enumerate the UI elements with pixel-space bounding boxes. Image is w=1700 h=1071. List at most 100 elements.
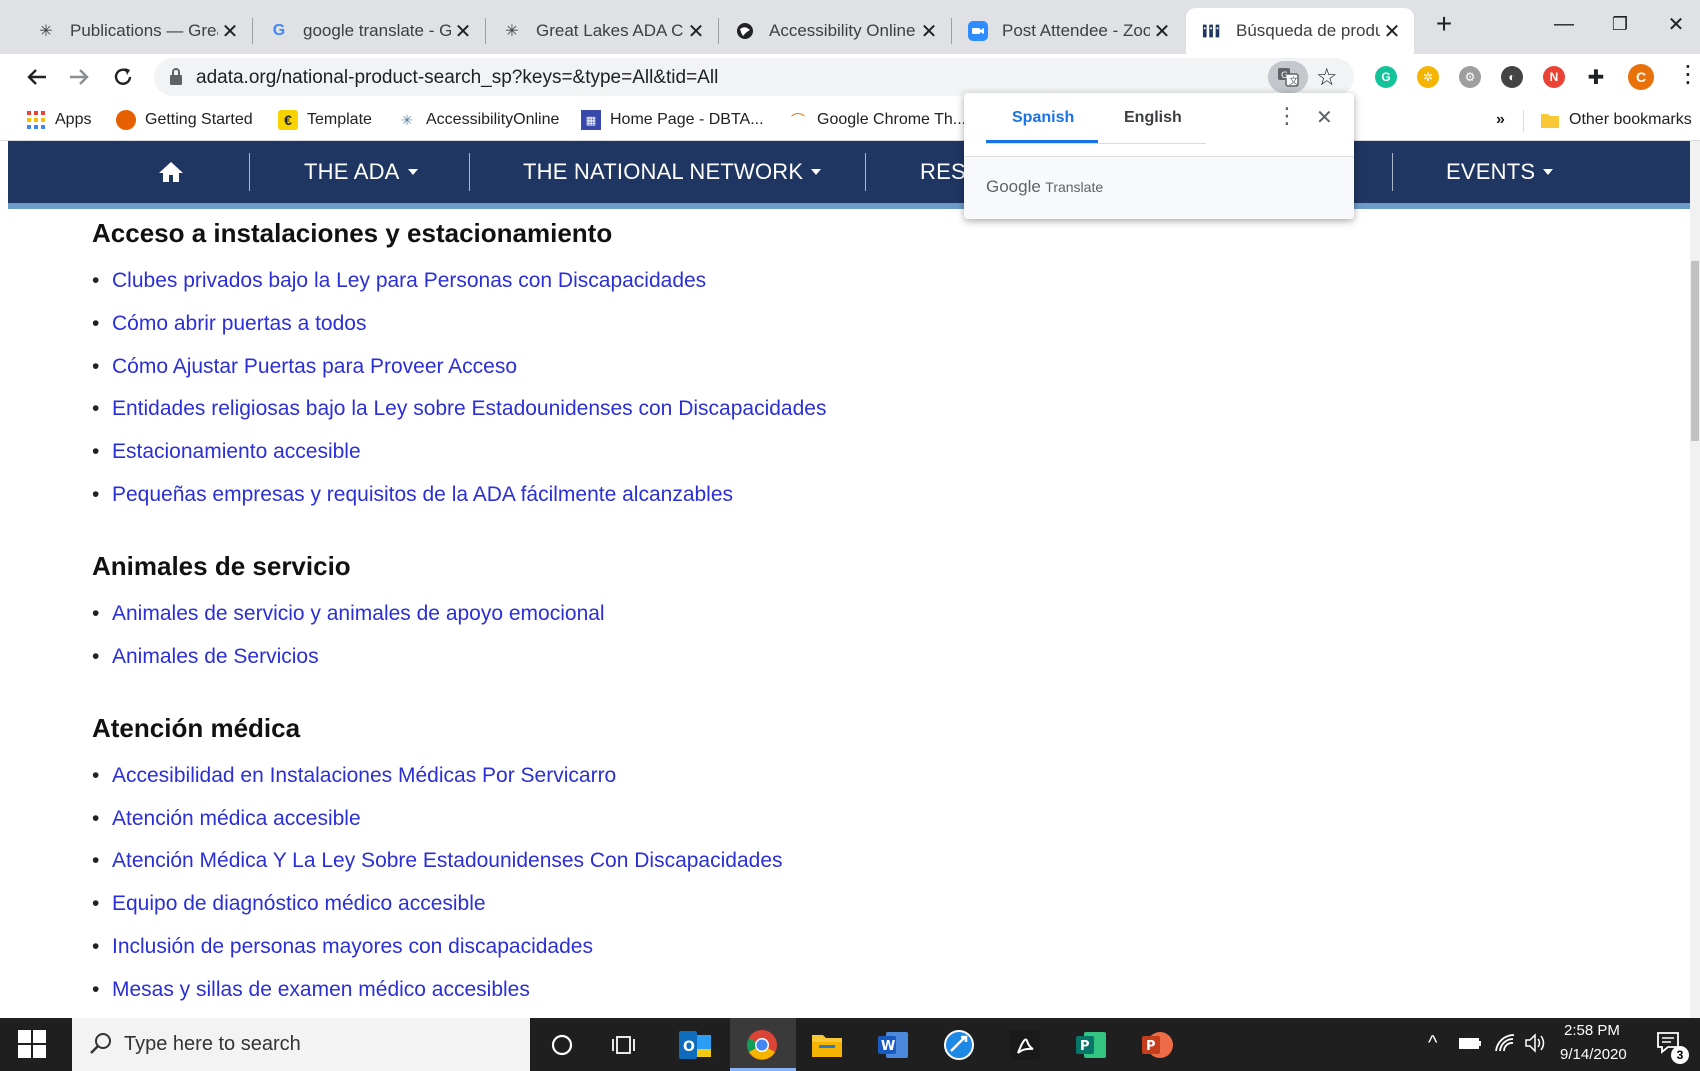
back-button[interactable] [22,62,52,92]
translate-popup: Spanish English ⋮ ✕ Google Translate [964,93,1354,219]
grammarly-icon[interactable]: G [1375,66,1397,88]
folder-icon [1540,110,1560,130]
tab-strip: ✳ Publications — Great ✕ G google transl… [0,0,1700,54]
notification-badge: 3 [1671,1046,1689,1064]
svg-text:G: G [1281,71,1288,81]
tab-busqueda-active[interactable]: Búsqueda de produc ✕ [1186,8,1414,54]
tab-publications[interactable]: ✳ Publications — Great ✕ [20,8,252,54]
tab-accessibility-online[interactable]: Accessibility Online S ✕ [719,8,951,54]
zoom-icon [968,21,988,41]
volume-icon[interactable] [1524,1032,1548,1058]
bookmarks-overflow-button[interactable]: » [1496,108,1505,132]
tab-english[interactable]: English [1124,109,1182,127]
home-icon[interactable] [158,141,184,203]
close-icon[interactable]: ✕ [451,19,475,44]
window-close-button[interactable]: ✕ [1648,4,1700,44]
list-item-link[interactable]: Entidades religiosas bajo la Ley sobre E… [92,397,826,421]
address-bar[interactable]: adata.org/national-product-search_sp?key… [154,58,1354,96]
more-options-icon[interactable]: ⋮ [1276,103,1298,129]
nav-separator [1392,153,1393,191]
svg-text:W: W [881,1039,895,1054]
nav-resources[interactable]: RES [920,141,966,203]
forward-button[interactable] [64,62,94,92]
chevron-down-icon [407,169,418,175]
close-icon[interactable]: ✕ [1316,105,1333,130]
nav-events[interactable]: EVENTS [1446,141,1554,203]
acrobat-icon[interactable] [1004,1024,1046,1066]
bookmark-getting-started[interactable]: Getting Started [116,108,253,132]
list-item-link[interactable]: Estacionamiento accesible [92,440,361,464]
list-item-link[interactable]: Mesas y sillas de examen médico accesibl… [92,978,530,1002]
publisher-icon[interactable]: P [1070,1024,1112,1066]
bookmark-other[interactable]: Other bookmarks [1540,108,1692,132]
list-item-link[interactable]: Cómo abrir puertas a todos [92,312,367,336]
close-icon[interactable]: ✕ [1380,19,1404,44]
windows-start-icon[interactable] [18,1030,46,1063]
bookmark-google-chrome[interactable]: ⌒ Google Chrome Th... [788,108,966,132]
adata-icon [1202,21,1222,41]
word-icon[interactable]: W [872,1024,914,1066]
close-icon[interactable]: ✕ [218,19,242,44]
chevron-up-icon[interactable]: ^ [1428,1032,1437,1055]
reload-button[interactable] [108,62,138,92]
nav-the-ada[interactable]: THE ADA [304,141,418,203]
nav-the-national-network[interactable]: THE NATIONAL NETWORK [523,141,822,203]
list-item-link[interactable]: Accesibilidad en Instalaciones Médicas P… [92,764,616,788]
profile-avatar[interactable]: C [1628,64,1654,90]
google-translate-logo: Google Translate [986,177,1104,196]
powerpoint-icon[interactable]: P [1136,1024,1178,1066]
list-item-link[interactable]: Inclusión de personas mayores con discap… [92,935,593,959]
close-icon[interactable]: ✕ [1150,19,1174,44]
bookmark-dbta[interactable]: ▦ Home Page - DBTA... [581,108,764,132]
bookmark-apps[interactable]: Apps [26,108,91,132]
tab-google-translate[interactable]: G google translate - Go ✕ [253,8,485,54]
lock-icon[interactable] [168,67,184,92]
list-item-link[interactable]: Pequeñas empresas y requisitos de la ADA… [92,483,733,507]
list-item-link[interactable]: Clubes privados bajo la Ley para Persona… [92,269,706,293]
scrollbar-thumb[interactable] [1691,261,1699,441]
list-item-link[interactable]: Equipo de diagnóstico médico accesible [92,892,486,916]
extension-settings-icon[interactable]: ⚙ [1459,66,1481,88]
nav-separator [249,153,250,191]
extension-gear-icon[interactable]: ✲ [1417,66,1439,88]
bookmark-template[interactable]: € Template [278,108,372,132]
tab-great-lakes[interactable]: ✳ Great Lakes ADA Cen ✕ [486,8,718,54]
template-icon: € [278,110,298,130]
wifi-icon[interactable] [1494,1032,1516,1058]
bookmark-accessibilityonline[interactable]: ✳ AccessibilityOnline [397,108,559,132]
list-item-link[interactable]: Atención Médica Y La Ley Sobre Estadouni… [92,849,782,873]
chrome-icon[interactable] [741,1024,783,1066]
taskbar-search-input[interactable]: Type here to search [72,1018,530,1071]
close-icon[interactable]: ✕ [917,19,941,44]
extensions-puzzle-icon[interactable]: ✚ [1585,66,1607,89]
new-tab-button[interactable]: + [1416,4,1472,44]
tab-zoom[interactable]: Post Attendee - Zoo ✕ [952,8,1184,54]
cortana-icon[interactable] [541,1024,583,1066]
extension-n-icon[interactable]: N [1543,66,1565,88]
remote-tool-icon[interactable] [938,1024,980,1066]
google-icon: G [272,22,286,39]
file-explorer-icon[interactable] [806,1024,848,1066]
close-icon[interactable]: ✕ [684,19,708,44]
list-item-link[interactable]: Atención médica accesible [92,807,361,831]
battery-icon[interactable] [1458,1033,1482,1057]
extension-circle-icon[interactable]: ◐ [1501,66,1523,88]
outlook-icon[interactable]: O [674,1024,716,1066]
list-item-link[interactable]: Animales de Servicios [92,645,319,669]
translate-icon[interactable]: G文 [1268,61,1308,93]
clock-date[interactable]: 9/14/2020 [1560,1046,1627,1063]
bookmark-star-icon[interactable]: ☆ [1316,63,1338,92]
bookmark-divider [1523,110,1524,132]
task-view-icon[interactable] [604,1024,646,1066]
chrome-menu-icon[interactable]: ⋮ [1676,60,1700,89]
tab-spanish[interactable]: Spanish [1012,109,1074,127]
restore-button[interactable]: ❐ [1592,4,1648,44]
minimize-button[interactable]: — [1536,4,1592,44]
list-item-link[interactable]: Animales de servicio y animales de apoyo… [92,602,605,626]
clock-time[interactable]: 2:58 PM [1564,1022,1620,1039]
chrome-theme-icon: ⌒ [791,112,805,128]
svg-text:O: O [683,1039,695,1055]
list-item-link[interactable]: Cómo Ajustar Puertas para Proveer Acceso [92,355,517,379]
vertical-scrollbar[interactable] [1690,141,1700,1018]
chevron-down-icon [1543,169,1554,175]
